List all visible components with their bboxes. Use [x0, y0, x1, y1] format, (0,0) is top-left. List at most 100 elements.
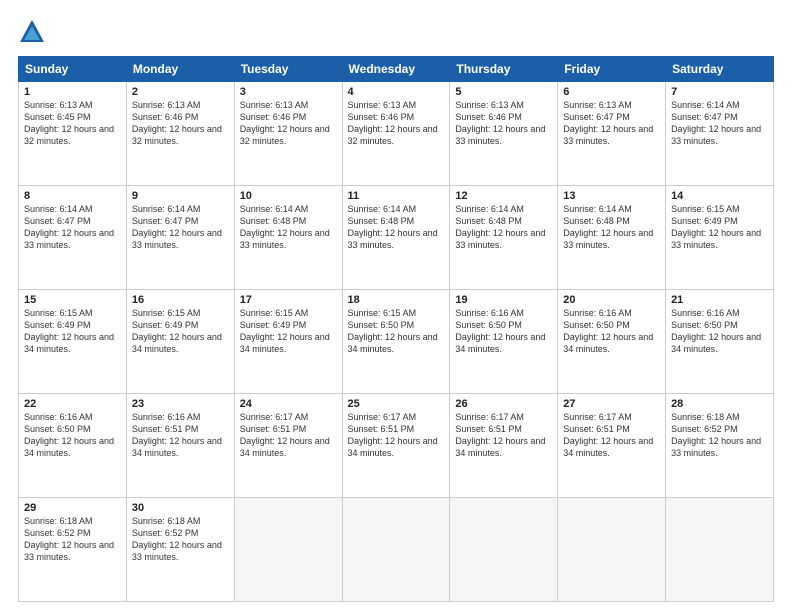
col-saturday: Saturday [666, 57, 774, 82]
day-number: 27 [563, 398, 660, 410]
day-number: 10 [240, 190, 337, 202]
day-number: 4 [348, 86, 445, 98]
empty-cell [342, 498, 450, 602]
page: Sunday Monday Tuesday Wednesday Thursday… [0, 0, 792, 612]
day-info: Sunrise: 6:13 AM Sunset: 6:45 PM Dayligh… [24, 99, 121, 148]
day-info: Sunrise: 6:13 AM Sunset: 6:46 PM Dayligh… [348, 99, 445, 148]
day-info: Sunrise: 6:14 AM Sunset: 6:48 PM Dayligh… [240, 203, 337, 252]
day-cell: 14 Sunrise: 6:15 AM Sunset: 6:49 PM Dayl… [666, 186, 774, 290]
day-number: 21 [671, 294, 768, 306]
day-cell: 10 Sunrise: 6:14 AM Sunset: 6:48 PM Dayl… [234, 186, 342, 290]
day-number: 20 [563, 294, 660, 306]
col-friday: Friday [558, 57, 666, 82]
day-info: Sunrise: 6:17 AM Sunset: 6:51 PM Dayligh… [455, 411, 552, 460]
day-cell: 7 Sunrise: 6:14 AM Sunset: 6:47 PM Dayli… [666, 82, 774, 186]
day-number: 25 [348, 398, 445, 410]
day-cell: 24 Sunrise: 6:17 AM Sunset: 6:51 PM Dayl… [234, 394, 342, 498]
day-number: 12 [455, 190, 552, 202]
day-cell: 5 Sunrise: 6:13 AM Sunset: 6:46 PM Dayli… [450, 82, 558, 186]
day-info: Sunrise: 6:18 AM Sunset: 6:52 PM Dayligh… [24, 515, 121, 564]
day-number: 14 [671, 190, 768, 202]
day-number: 22 [24, 398, 121, 410]
day-info: Sunrise: 6:13 AM Sunset: 6:46 PM Dayligh… [132, 99, 229, 148]
day-number: 29 [24, 502, 121, 514]
day-info: Sunrise: 6:16 AM Sunset: 6:50 PM Dayligh… [455, 307, 552, 356]
day-cell: 29 Sunrise: 6:18 AM Sunset: 6:52 PM Dayl… [19, 498, 127, 602]
day-cell: 13 Sunrise: 6:14 AM Sunset: 6:48 PM Dayl… [558, 186, 666, 290]
day-info: Sunrise: 6:17 AM Sunset: 6:51 PM Dayligh… [563, 411, 660, 460]
day-info: Sunrise: 6:14 AM Sunset: 6:48 PM Dayligh… [563, 203, 660, 252]
day-cell: 12 Sunrise: 6:14 AM Sunset: 6:48 PM Dayl… [450, 186, 558, 290]
logo [18, 18, 50, 46]
day-number: 2 [132, 86, 229, 98]
day-info: Sunrise: 6:16 AM Sunset: 6:51 PM Dayligh… [132, 411, 229, 460]
day-cell: 27 Sunrise: 6:17 AM Sunset: 6:51 PM Dayl… [558, 394, 666, 498]
calendar: Sunday Monday Tuesday Wednesday Thursday… [18, 56, 774, 602]
day-cell: 30 Sunrise: 6:18 AM Sunset: 6:52 PM Dayl… [126, 498, 234, 602]
day-info: Sunrise: 6:16 AM Sunset: 6:50 PM Dayligh… [24, 411, 121, 460]
day-number: 17 [240, 294, 337, 306]
day-info: Sunrise: 6:15 AM Sunset: 6:50 PM Dayligh… [348, 307, 445, 356]
week-row: 22 Sunrise: 6:16 AM Sunset: 6:50 PM Dayl… [19, 394, 774, 498]
day-number: 26 [455, 398, 552, 410]
day-cell: 20 Sunrise: 6:16 AM Sunset: 6:50 PM Dayl… [558, 290, 666, 394]
day-cell: 9 Sunrise: 6:14 AM Sunset: 6:47 PM Dayli… [126, 186, 234, 290]
day-cell: 16 Sunrise: 6:15 AM Sunset: 6:49 PM Dayl… [126, 290, 234, 394]
day-number: 8 [24, 190, 121, 202]
day-number: 18 [348, 294, 445, 306]
day-info: Sunrise: 6:16 AM Sunset: 6:50 PM Dayligh… [563, 307, 660, 356]
empty-cell [450, 498, 558, 602]
day-info: Sunrise: 6:17 AM Sunset: 6:51 PM Dayligh… [240, 411, 337, 460]
day-cell: 23 Sunrise: 6:16 AM Sunset: 6:51 PM Dayl… [126, 394, 234, 498]
col-sunday: Sunday [19, 57, 127, 82]
day-info: Sunrise: 6:14 AM Sunset: 6:48 PM Dayligh… [455, 203, 552, 252]
empty-cell [666, 498, 774, 602]
day-number: 30 [132, 502, 229, 514]
empty-cell [234, 498, 342, 602]
day-info: Sunrise: 6:14 AM Sunset: 6:48 PM Dayligh… [348, 203, 445, 252]
week-row: 29 Sunrise: 6:18 AM Sunset: 6:52 PM Dayl… [19, 498, 774, 602]
week-row: 8 Sunrise: 6:14 AM Sunset: 6:47 PM Dayli… [19, 186, 774, 290]
day-info: Sunrise: 6:18 AM Sunset: 6:52 PM Dayligh… [671, 411, 768, 460]
day-info: Sunrise: 6:15 AM Sunset: 6:49 PM Dayligh… [240, 307, 337, 356]
day-info: Sunrise: 6:15 AM Sunset: 6:49 PM Dayligh… [24, 307, 121, 356]
week-row: 1 Sunrise: 6:13 AM Sunset: 6:45 PM Dayli… [19, 82, 774, 186]
week-row: 15 Sunrise: 6:15 AM Sunset: 6:49 PM Dayl… [19, 290, 774, 394]
day-info: Sunrise: 6:13 AM Sunset: 6:46 PM Dayligh… [240, 99, 337, 148]
day-cell: 2 Sunrise: 6:13 AM Sunset: 6:46 PM Dayli… [126, 82, 234, 186]
col-monday: Monday [126, 57, 234, 82]
day-number: 7 [671, 86, 768, 98]
empty-cell [558, 498, 666, 602]
day-number: 16 [132, 294, 229, 306]
day-number: 13 [563, 190, 660, 202]
day-cell: 1 Sunrise: 6:13 AM Sunset: 6:45 PM Dayli… [19, 82, 127, 186]
day-number: 15 [24, 294, 121, 306]
col-thursday: Thursday [450, 57, 558, 82]
col-wednesday: Wednesday [342, 57, 450, 82]
day-number: 5 [455, 86, 552, 98]
day-info: Sunrise: 6:16 AM Sunset: 6:50 PM Dayligh… [671, 307, 768, 356]
day-cell: 4 Sunrise: 6:13 AM Sunset: 6:46 PM Dayli… [342, 82, 450, 186]
day-cell: 26 Sunrise: 6:17 AM Sunset: 6:51 PM Dayl… [450, 394, 558, 498]
day-info: Sunrise: 6:14 AM Sunset: 6:47 PM Dayligh… [132, 203, 229, 252]
col-tuesday: Tuesday [234, 57, 342, 82]
day-info: Sunrise: 6:14 AM Sunset: 6:47 PM Dayligh… [24, 203, 121, 252]
day-number: 24 [240, 398, 337, 410]
day-number: 19 [455, 294, 552, 306]
day-number: 3 [240, 86, 337, 98]
header [18, 18, 774, 46]
day-number: 23 [132, 398, 229, 410]
day-cell: 28 Sunrise: 6:18 AM Sunset: 6:52 PM Dayl… [666, 394, 774, 498]
day-number: 28 [671, 398, 768, 410]
day-cell: 22 Sunrise: 6:16 AM Sunset: 6:50 PM Dayl… [19, 394, 127, 498]
day-number: 6 [563, 86, 660, 98]
day-cell: 21 Sunrise: 6:16 AM Sunset: 6:50 PM Dayl… [666, 290, 774, 394]
day-cell: 6 Sunrise: 6:13 AM Sunset: 6:47 PM Dayli… [558, 82, 666, 186]
day-cell: 19 Sunrise: 6:16 AM Sunset: 6:50 PM Dayl… [450, 290, 558, 394]
day-info: Sunrise: 6:18 AM Sunset: 6:52 PM Dayligh… [132, 515, 229, 564]
day-cell: 25 Sunrise: 6:17 AM Sunset: 6:51 PM Dayl… [342, 394, 450, 498]
day-number: 1 [24, 86, 121, 98]
day-cell: 8 Sunrise: 6:14 AM Sunset: 6:47 PM Dayli… [19, 186, 127, 290]
day-info: Sunrise: 6:13 AM Sunset: 6:47 PM Dayligh… [563, 99, 660, 148]
day-cell: 3 Sunrise: 6:13 AM Sunset: 6:46 PM Dayli… [234, 82, 342, 186]
